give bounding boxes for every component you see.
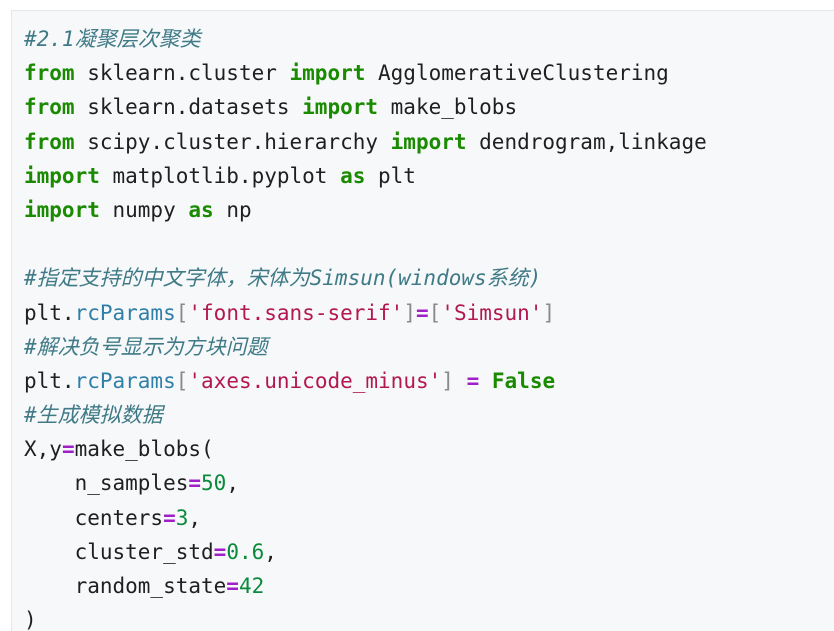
code-line: )	[24, 603, 834, 631]
bracket-token: ]	[403, 300, 416, 325]
number-token: 0.6	[226, 539, 265, 564]
keyword-token: import	[289, 61, 366, 86]
code-text: plt	[365, 163, 416, 188]
code-text: sklearn.cluster	[74, 61, 290, 86]
keyword-token: import	[390, 129, 467, 154]
code-line: #解决负号显示为方块问题	[24, 330, 834, 364]
code-text: np	[213, 197, 252, 222]
number-token: 50	[201, 471, 227, 496]
code-text: plt.	[24, 368, 75, 393]
code-text: plt.	[24, 300, 75, 325]
number-token: 42	[238, 574, 265, 598]
operator-token: =	[415, 300, 429, 325]
code-line: plt.rcParams['axes.unicode_minus'] = Fal…	[24, 364, 834, 398]
bracket-token: [	[428, 300, 442, 325]
code-line: cluster_std=0.6,	[24, 535, 834, 569]
comment-token: #解决负号显示为方块问题	[24, 334, 268, 359]
attribute-token: rcParams	[74, 368, 176, 393]
code-text: AgglomerativeClustering	[365, 61, 669, 86]
code-text: cluster_std	[24, 539, 214, 564]
code-line: from scipy.cluster.hierarchy import dend…	[24, 125, 834, 159]
code-text: make_blobs	[378, 95, 518, 120]
bracket-token: [	[175, 368, 189, 393]
code-cell[interactable]: #2.1凝聚层次聚类 from sklearn.cluster import Ag…	[11, 10, 834, 631]
code-line: import matplotlib.pyplot as plt	[24, 159, 834, 193]
code-text: sklearn.datasets	[74, 95, 303, 120]
comment-token: #生成模拟数据	[24, 403, 163, 428]
code-text: numpy	[99, 197, 189, 222]
code-text: ,	[226, 471, 239, 496]
keyword-token: as	[340, 163, 366, 188]
code-line: random_state=42	[24, 569, 834, 603]
code-line: plt.rcParams['font.sans-serif']=['Simsun…	[24, 296, 834, 330]
operator-token: =	[163, 505, 176, 530]
keyword-token: as	[188, 197, 214, 222]
code-line: #生成模拟数据	[24, 398, 834, 432]
code-text: ,	[264, 539, 277, 564]
bracket-token: [	[175, 300, 189, 325]
operator-token: =	[466, 368, 480, 393]
code-text: random_state	[24, 574, 227, 598]
code-line: n_samples=50,	[24, 466, 834, 500]
code-block[interactable]: #2.1凝聚层次聚类 from sklearn.cluster import Ag…	[12, 11, 834, 631]
keyword-token: from	[24, 129, 75, 154]
operator-token: =	[226, 574, 239, 598]
keyword-token: from	[24, 61, 75, 86]
comment-token: #2.1凝聚层次聚类	[24, 27, 201, 51]
keyword-token: import	[302, 95, 379, 120]
bracket-token: ]	[542, 300, 556, 325]
string-token: 'font.sans-serif'	[188, 300, 404, 325]
number-token: 3	[175, 505, 189, 530]
operator-token: =	[213, 539, 227, 564]
code-line: X,y=make_blobs(	[24, 432, 834, 466]
keyword-token: import	[24, 163, 100, 188]
keyword-token: False	[491, 368, 556, 393]
code-text: )	[24, 608, 37, 631]
string-token: 'Simsun'	[441, 300, 543, 325]
code-line: centers=3,	[24, 501, 834, 535]
operator-token: =	[61, 437, 75, 462]
attribute-token: rcParams	[74, 300, 176, 325]
keyword-token: import	[24, 197, 100, 222]
code-text: dendrogram,linkage	[466, 129, 707, 154]
operator-token: =	[188, 471, 202, 496]
code-line: import numpy as np	[24, 193, 834, 227]
code-text: make_blobs(	[74, 437, 214, 462]
code-text: X,y	[24, 437, 62, 462]
keyword-token: from	[24, 95, 75, 120]
code-line: #指定支持的中文字体，宋体为Simsun(windows系统)	[24, 261, 834, 295]
bracket-token: ]	[441, 368, 454, 393]
string-token: 'axes.unicode_minus'	[188, 368, 442, 393]
comment-token: #指定支持的中文字体，宋体为Simsun(windows系统)	[24, 266, 542, 291]
code-line: from sklearn.datasets import make_blobs	[24, 90, 834, 124]
code-text: scipy.cluster.hierarchy	[74, 129, 391, 154]
code-text: ,	[188, 505, 202, 530]
code-text: matplotlib.pyplot	[99, 163, 341, 188]
code-text: n_samples	[24, 471, 189, 496]
code-line: ​	[24, 227, 834, 261]
code-text: centers	[24, 505, 164, 530]
code-line: from sklearn.cluster import Agglomerativ…	[24, 56, 834, 90]
code-line: #2.1凝聚层次聚类	[24, 22, 834, 56]
